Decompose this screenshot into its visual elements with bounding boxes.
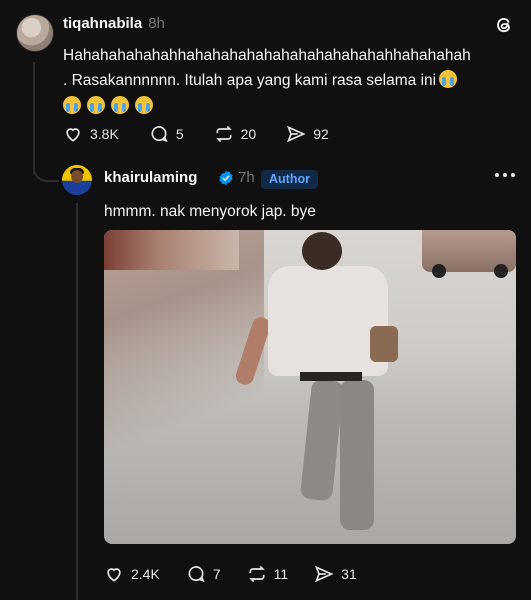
- share-count: 31: [341, 566, 357, 582]
- share-icon: [287, 125, 306, 143]
- thread-line: [76, 203, 78, 600]
- more-icon[interactable]: [493, 170, 517, 180]
- reply-image[interactable]: [104, 230, 516, 544]
- author-badge: Author: [261, 170, 318, 189]
- repost-button[interactable]: 20: [214, 124, 257, 144]
- share-count: 92: [313, 126, 329, 142]
- heart-icon: [107, 568, 121, 582]
- avatar[interactable]: [16, 14, 54, 52]
- crying-emoji-icon: [87, 96, 105, 114]
- comment-button[interactable]: 7: [186, 564, 221, 584]
- post-text-line2: . Rasakannnnnn. Itulah apa yang kami ras…: [63, 72, 437, 89]
- username[interactable]: khairulaming: [104, 169, 197, 186]
- reply-text: hmmm. nak menyorok jap. bye: [104, 203, 316, 220]
- heart-icon: [66, 128, 80, 142]
- repost-button[interactable]: 11: [247, 564, 289, 584]
- reply-actions: 2.4K 7 11 31: [104, 564, 357, 584]
- avatar[interactable]: [62, 165, 92, 195]
- reply-count: 5: [175, 126, 184, 142]
- like-button[interactable]: 3.8K: [63, 124, 119, 144]
- like-button[interactable]: 2.4K: [104, 564, 160, 584]
- post-actions: 3.8K 5 20 92: [63, 124, 329, 144]
- username[interactable]: tiqahnabila: [63, 15, 142, 32]
- threads-logo-icon[interactable]: [493, 14, 515, 36]
- crying-emoji-icon: [135, 96, 153, 114]
- reply-count: 7: [212, 566, 221, 582]
- repost-icon: [215, 125, 232, 143]
- share-icon: [315, 565, 334, 583]
- repost-count: 20: [240, 126, 257, 142]
- share-button[interactable]: 31: [314, 564, 357, 584]
- comment-button[interactable]: 5: [149, 124, 184, 144]
- like-count: 3.8K: [90, 126, 119, 142]
- post-text-line1: Hahahahahahahhahahahahahahahahahahahahha…: [63, 47, 471, 64]
- crying-emoji-icon: [63, 96, 81, 114]
- repost-count: 11: [273, 566, 289, 582]
- timestamp: 7h: [238, 169, 255, 186]
- thread-connector: [33, 150, 59, 182]
- crying-emoji-icon: [439, 70, 458, 88]
- timestamp: 8h: [148, 15, 165, 32]
- crying-emoji-icon: [111, 96, 129, 114]
- verified-icon: [219, 170, 233, 186]
- repost-icon: [248, 565, 265, 583]
- comment-icon: [188, 566, 205, 583]
- share-button[interactable]: 92: [286, 124, 329, 144]
- comment-icon: [151, 126, 168, 143]
- like-count: 2.4K: [131, 566, 160, 582]
